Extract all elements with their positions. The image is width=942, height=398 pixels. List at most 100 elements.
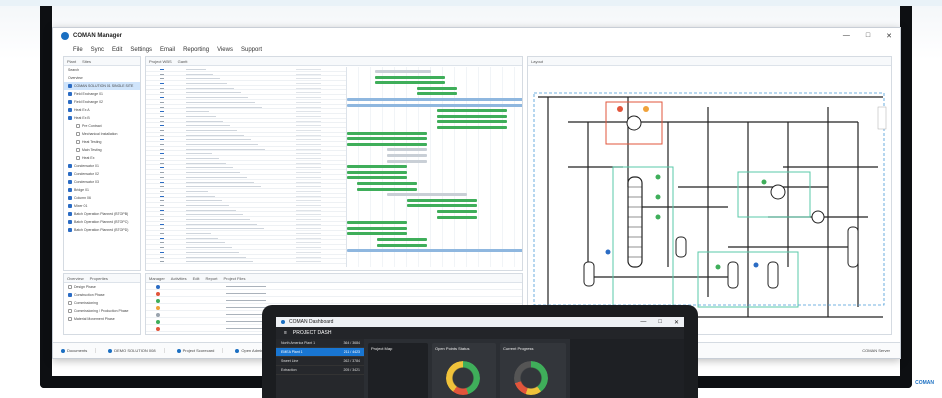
tab-plant[interactable]: Plant [67,59,76,64]
status-marker-green-2[interactable] [655,194,661,200]
tab-activities[interactable]: Activities [171,276,187,281]
maximize-button[interactable]: □ [866,32,870,40]
gantt-bar[interactable] [407,198,477,202]
checkbox[interactable] [68,309,72,313]
tab-manager[interactable]: Manager [149,276,165,281]
distillation-column[interactable] [627,176,643,268]
checkbox[interactable] [76,132,80,136]
checkbox[interactable] [68,116,72,120]
vessel-right-2[interactable] [767,261,779,289]
tree-item[interactable]: Mechanical Installation [64,130,140,138]
hamburger-menu-icon[interactable]: ≡ [284,330,287,336]
gantt-bar[interactable] [437,109,507,113]
project-map-card[interactable]: Project Map [368,343,428,398]
tree-item[interactable]: Pre Contract [64,122,140,130]
gantt-bar[interactable] [347,176,407,180]
checkbox[interactable] [68,285,72,289]
gantt-bar[interactable] [347,232,407,236]
gantt-bar[interactable] [387,159,427,163]
tree-item[interactable]: Mixer 01 [64,202,140,210]
checkbox[interactable] [68,301,72,305]
status-marker-orange[interactable] [643,106,649,112]
checkbox[interactable] [76,148,80,152]
tab-layout[interactable]: Layout [531,59,543,64]
checkbox[interactable] [68,293,72,297]
menu-edit[interactable]: Edit [112,47,122,53]
activity-row[interactable] [146,290,522,297]
checkbox[interactable] [68,164,72,168]
gantt-bar[interactable] [437,210,477,213]
checkbox[interactable] [76,140,80,144]
site-row[interactable]: EMEA Plant 1 211 / 4423 [276,348,364,357]
checkbox[interactable] [68,188,72,192]
gantt-bar[interactable] [437,215,477,219]
activity-row[interactable] [146,283,522,290]
gantt-bar[interactable] [347,221,407,225]
checkbox[interactable] [68,84,72,88]
gantt-bar[interactable] [347,249,522,253]
site-row[interactable]: North America Plant 1 364 / 3684 [276,339,364,348]
checkbox[interactable] [68,108,72,112]
taskbar-scorecard[interactable]: Project Scorecard [176,348,224,353]
gantt-bar[interactable] [347,142,427,146]
heat-exchanger-top[interactable] [626,115,642,131]
exchanger-far-right[interactable] [811,210,825,224]
tree-item[interactable]: COMAN SOLUTION 01 SINGLE SITE [64,82,140,90]
gantt-bar[interactable] [407,204,477,208]
phase-item[interactable]: Commissioning / Production Phase [64,307,140,315]
tab-project-wbs[interactable]: Project WBS [149,59,172,64]
gantt-bar[interactable] [387,154,427,157]
tree-item[interactable]: Bridge 01 [64,186,140,194]
dashboard-close-button[interactable]: ✕ [674,319,679,326]
site-row[interactable]: Extraction 205 / 3421 [276,366,364,375]
tree-item[interactable]: Heat Ex A [64,106,140,114]
taskbar-solution[interactable]: DEMO SOLUTION 008 [108,348,165,353]
tab-overview[interactable]: Overview [67,276,84,281]
tab-report[interactable]: Report [205,276,217,281]
checkbox[interactable] [76,156,80,160]
tree-item[interactable]: Heat Ex B [64,114,140,122]
close-button[interactable]: ✕ [886,32,892,40]
checkbox[interactable] [68,180,72,184]
gantt-bar[interactable] [375,81,445,85]
phase-item[interactable]: Construction Phase [64,291,140,299]
site-row[interactable]: Sweet Line 262 / 3784 [276,357,364,366]
highlight-zone-teal-column[interactable] [612,166,674,308]
tree-item[interactable]: Batch Operation Planned (BTOPB) [64,210,140,218]
gantt-row[interactable] [146,259,346,264]
activity-row[interactable] [146,297,522,304]
gantt-bar[interactable] [347,170,407,174]
checkbox[interactable] [68,92,72,96]
vessel-far-right[interactable] [847,226,859,268]
checkbox[interactable] [68,317,72,321]
tree-item[interactable]: Condensator 02 [64,170,140,178]
tab-sites[interactable]: Sites [82,59,91,64]
checkbox[interactable] [68,196,72,200]
menu-views[interactable]: Views [217,47,233,53]
status-marker-blue-1[interactable] [753,262,759,268]
status-marker-green-1[interactable] [655,174,661,180]
gantt-bar[interactable] [347,226,407,230]
gantt-bar[interactable] [437,114,507,118]
checkbox[interactable] [68,220,72,224]
checkbox[interactable] [68,228,72,232]
gantt-bar[interactable] [347,137,427,141]
menu-settings[interactable]: Settings [130,47,152,53]
checkbox[interactable] [68,100,72,104]
menu-reporting[interactable]: Reporting [183,47,209,53]
menu-sync[interactable]: Sync [91,47,104,53]
tree-item[interactable]: Field Exchange 01 [64,90,140,98]
gantt-bar[interactable] [347,98,522,101]
tab-gantt[interactable]: Gantt [178,59,188,64]
gantt-bar[interactable] [375,75,445,79]
gantt-bar[interactable] [347,131,427,135]
server-status[interactable]: COMAN Server [862,348,900,353]
checkbox[interactable] [68,204,72,208]
phase-item[interactable]: Material Movement Phase [64,315,140,323]
phase-item[interactable]: Commissioning [64,299,140,307]
vessel-left[interactable] [583,261,595,287]
tab-edit[interactable]: Edit [193,276,200,281]
tree-item[interactable]: Batch Operation Planned (BTOPD) [64,226,140,234]
gantt-bar[interactable] [375,70,431,73]
vessel-right-1[interactable] [727,261,739,289]
